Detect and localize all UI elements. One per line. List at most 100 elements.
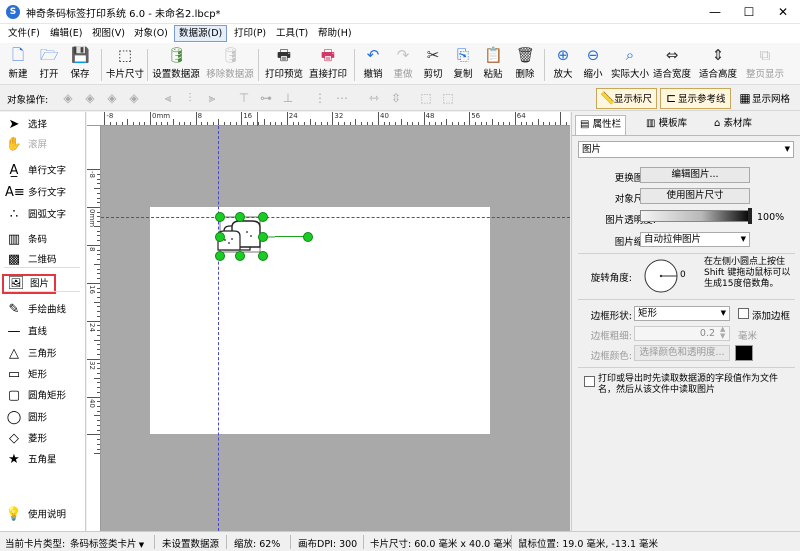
- menu-help[interactable]: 帮助(H): [314, 25, 356, 42]
- group-icon[interactable]: ⬚: [418, 90, 434, 106]
- tool-diamond[interactable]: ◇ 菱形: [2, 429, 82, 449]
- print-button[interactable]: 🖶 直接打印: [308, 46, 348, 84]
- edit-image-button[interactable]: 编辑图片...: [640, 167, 750, 183]
- fit-height-button[interactable]: ⇕ 适合高度: [697, 46, 739, 84]
- menu-object[interactable]: 对象(O): [130, 25, 172, 42]
- card-type-select[interactable]: 条码标签类卡片 ▼: [70, 536, 144, 550]
- tool-barcode[interactable]: ▥ 条码: [2, 230, 82, 250]
- align-top-icon[interactable]: ⊤: [236, 90, 252, 106]
- same-height-icon[interactable]: ⇳: [388, 90, 404, 106]
- menu-file[interactable]: 文件(F): [4, 25, 44, 42]
- tool-rounded-rect[interactable]: ▢ 圆角矩形: [2, 386, 82, 406]
- copy-button[interactable]: ⎘ 复制: [450, 46, 476, 84]
- menu-edit[interactable]: 编辑(E): [46, 25, 86, 42]
- maximize-button[interactable]: ☐: [732, 0, 766, 24]
- toolbar-label: 缩小: [583, 69, 603, 80]
- resize-handle-left[interactable]: [215, 232, 225, 242]
- database-icon: 🛢: [167, 46, 187, 64]
- opacity-slider-thumb[interactable]: [748, 208, 752, 224]
- align-right-icon[interactable]: ⫸: [204, 90, 220, 106]
- border-color-button[interactable]: 选择颜色和透明度...: [634, 345, 730, 361]
- horizontal-guideline[interactable]: [101, 217, 570, 218]
- tab-materials[interactable]: ⌂ 素材库: [710, 115, 756, 135]
- delete-button[interactable]: 🗑 删除: [512, 46, 538, 84]
- add-border-label: 添加边框: [752, 311, 791, 322]
- border-width-input[interactable]: 0.2: [634, 326, 730, 341]
- use-image-size-button[interactable]: 使用图片尺寸: [640, 188, 750, 204]
- distribute-h-icon[interactable]: ⋮: [312, 90, 328, 106]
- toggle-ruler[interactable]: 📏显示标尺: [596, 88, 658, 109]
- tool-hand[interactable]: ✋ 滚屏: [2, 135, 82, 155]
- tool-arc-text[interactable]: ∴ 圆弧文字: [2, 205, 82, 225]
- send-back-icon[interactable]: ◈: [126, 90, 142, 106]
- read-from-datasource-checkbox[interactable]: [584, 376, 595, 387]
- tool-pointer[interactable]: ➤ 选择: [2, 115, 82, 135]
- rotate-handle[interactable]: [303, 232, 313, 242]
- database-button[interactable]: 🛢 设置数据源: [152, 46, 200, 84]
- align-middle-icon[interactable]: ⊶: [258, 90, 274, 106]
- tool-multi-line-text[interactable]: A≡ 多行文字: [2, 183, 82, 203]
- align-left-icon[interactable]: ⫷: [160, 90, 176, 106]
- tool-triangle[interactable]: △ 三角形: [2, 344, 82, 364]
- resize-handle-bottom[interactable]: [235, 251, 245, 261]
- save-button[interactable]: 💾 保存: [66, 46, 94, 84]
- tool-star[interactable]: ★ 五角星: [2, 450, 82, 470]
- label-paper[interactable]: [150, 207, 490, 434]
- undo-button[interactable]: ↶ 撤销: [360, 46, 386, 84]
- resize-handle-top[interactable]: [235, 212, 245, 222]
- tool-line[interactable]: — 直线: [2, 322, 82, 342]
- cut-button[interactable]: ✂ 剪切: [420, 46, 446, 84]
- border-width-stepper[interactable]: ▲ ▼: [720, 326, 725, 340]
- layer-down-icon[interactable]: ◈: [104, 90, 120, 106]
- tool-rectangle[interactable]: ▭ 矩形: [2, 365, 82, 385]
- close-button[interactable]: ✕: [766, 0, 800, 24]
- vertical-guideline[interactable]: [218, 126, 219, 531]
- actual-size-button[interactable]: ⌕ 实际大小: [610, 46, 650, 84]
- toggle-guideline[interactable]: ⊏ 显示参考线: [660, 88, 731, 109]
- zoom-in-button[interactable]: ⊕ 放大: [550, 46, 576, 84]
- object-type-select[interactable]: 图片 ▼: [578, 141, 794, 158]
- layer-up-icon[interactable]: ◈: [82, 90, 98, 106]
- resize-handle-right[interactable]: [258, 232, 268, 242]
- tool-lightbulb[interactable]: 💡 使用说明: [2, 505, 82, 525]
- tab-properties[interactable]: ▤ 属性栏: [575, 115, 627, 135]
- ruler-label: 0mm: [88, 209, 96, 228]
- menu-tools[interactable]: 工具(T): [272, 25, 312, 42]
- full-page-button[interactable]: ⧉ 整页显示: [744, 46, 786, 84]
- tool-circle[interactable]: ◯ 圆形: [2, 408, 82, 428]
- add-border-checkbox[interactable]: [738, 308, 749, 319]
- tool-single-line-text[interactable]: A̲ 单行文字: [2, 161, 82, 181]
- new-file-button[interactable]: 🗋 新建: [5, 46, 31, 84]
- bring-front-icon[interactable]: ◈: [60, 90, 76, 106]
- design-canvas-area[interactable]: -8 0mm 8 16 24 32 40 48 56 64 -8 0mm 8 16 24 32 40: [87, 112, 570, 531]
- resize-handle-top-right[interactable]: [258, 212, 268, 222]
- ungroup-icon[interactable]: ⬚: [440, 90, 456, 106]
- menu-view[interactable]: 视图(V): [88, 25, 129, 42]
- resize-handle-top-left[interactable]: [215, 212, 225, 222]
- redo-button[interactable]: ↷ 重做: [390, 46, 416, 84]
- paste-button[interactable]: 📋 粘贴: [480, 46, 506, 84]
- title-bar: S 神奇条码标签打印系统 6.0 - 未命名2.lbcp* — ☐ ✕: [0, 0, 800, 24]
- minimize-button[interactable]: —: [698, 0, 732, 24]
- zoom-out-button[interactable]: ⊖ 缩小: [580, 46, 606, 84]
- border-shape-select[interactable]: 矩形 ▼: [634, 306, 730, 321]
- tool-freehand[interactable]: ✎ 手绘曲线: [2, 300, 82, 320]
- toggle-grid[interactable]: ▦显示网格: [734, 88, 795, 109]
- border-color-swatch[interactable]: [735, 345, 753, 361]
- remove-database-button[interactable]: 🛢 移除数据源: [206, 46, 254, 84]
- scale-select[interactable]: 自动拉伸图片 ▼: [640, 232, 750, 247]
- menu-print[interactable]: 打印(P): [230, 25, 270, 42]
- fit-width-button[interactable]: ⇔ 适合宽度: [652, 46, 692, 84]
- print-preview-button[interactable]: 🖶 打印预览: [265, 46, 303, 84]
- menu-datasource[interactable]: 数据源(D): [174, 25, 228, 42]
- resize-handle-bottom-left[interactable]: [215, 251, 225, 261]
- resize-handle-bottom-right[interactable]: [258, 251, 268, 261]
- align-center-icon[interactable]: ⫶: [182, 90, 198, 106]
- align-bottom-icon[interactable]: ⊥: [280, 90, 296, 106]
- open-folder-button[interactable]: 🗁 打开: [35, 46, 63, 84]
- distribute-v-icon[interactable]: ⋯: [334, 90, 350, 106]
- opacity-slider[interactable]: [640, 210, 752, 222]
- tab-templates[interactable]: ▥ 模板库: [642, 115, 691, 135]
- same-width-icon[interactable]: ⇿: [366, 90, 382, 106]
- card-size-button[interactable]: ⬚ 卡片尺寸: [106, 46, 144, 84]
